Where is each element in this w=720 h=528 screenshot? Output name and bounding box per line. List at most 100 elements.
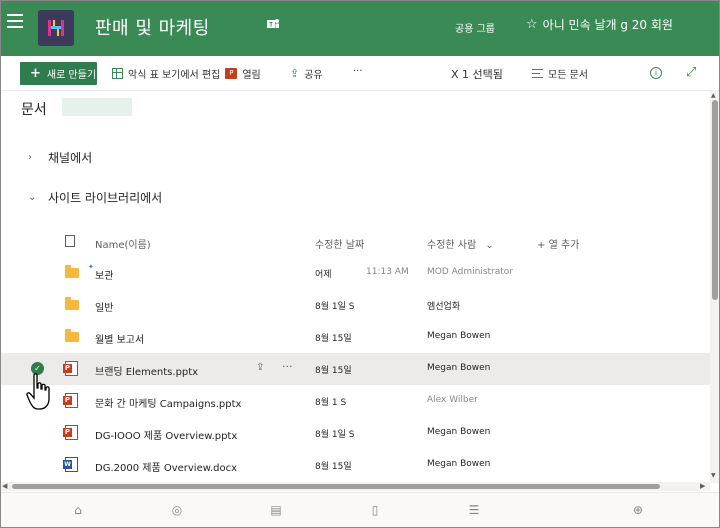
add-icon[interactable]: ⊕: [631, 503, 645, 517]
row-modified-by: Megan Bowen: [427, 427, 491, 437]
powerpoint-icon: P: [225, 68, 238, 79]
more-icon[interactable]: ···: [282, 360, 293, 373]
file-type-column-icon[interactable]: [65, 235, 75, 247]
section-channels-label: 채널에서: [48, 151, 93, 165]
list-view-icon: [532, 69, 543, 78]
table-row[interactable]: 일반 8월 1일 S 엠선업화: [0, 289, 710, 321]
row-time: 11:13 AM: [366, 267, 409, 277]
new-button[interactable]: + 새로 만들기: [20, 62, 97, 85]
share-label: 공유: [304, 70, 323, 81]
row-modified-by: Alex Wilber: [427, 395, 478, 405]
scroll-up-icon[interactable]: ▲: [711, 92, 716, 99]
site-logo-icon: [48, 20, 64, 36]
info-icon[interactable]: i: [650, 67, 662, 79]
table-row[interactable]: 월별 보고서 8월 15일 Megan Bowen: [0, 321, 710, 353]
all-docs-label: 모든 문서: [548, 70, 588, 81]
scroll-down-icon[interactable]: ▼: [711, 472, 716, 479]
hand-cursor-icon: [26, 373, 50, 410]
row-name[interactable]: 월별 보고서: [95, 331, 144, 346]
chevron-down-icon: ⌄: [28, 192, 37, 203]
bottom-nav-bar: [0, 492, 720, 528]
column-modified-label: 수정한 날짜: [315, 240, 365, 251]
folder-icon: [65, 265, 79, 278]
selection-count[interactable]: X 1 선택됨: [451, 66, 503, 82]
column-modified-by-label: 수정한 사람: [427, 240, 477, 251]
star-icon[interactable]: ☆: [526, 17, 538, 32]
view-switcher[interactable]: 모든 문서: [532, 66, 588, 81]
selected-label: X 1 선택됨: [451, 68, 503, 81]
scroll-left-icon[interactable]: ◀: [2, 482, 7, 490]
powerpoint-file-icon: [63, 361, 78, 376]
home-icon[interactable]: ⌂: [71, 503, 85, 517]
group-type-label: 공용 그룹: [455, 24, 495, 35]
row-date: 8월 15일: [315, 334, 352, 344]
member-count-text[interactable]: 아니 민속 날개 g 20 회원: [543, 16, 673, 33]
share-icon: ⇪: [290, 67, 300, 80]
table-row[interactable]: ✦ 보관 어제 11:13 AM MOD Administrator: [0, 257, 710, 289]
scroll-right-icon[interactable]: ▶: [700, 482, 705, 490]
more-actions-button[interactable]: ···: [353, 66, 363, 77]
row-date: 어제: [315, 270, 332, 280]
add-column-button[interactable]: + 열 추가: [537, 236, 579, 251]
news-icon[interactable]: ▤: [269, 503, 283, 517]
share-button[interactable]: ⇪ 공유: [290, 66, 323, 81]
hamburger-menu-icon[interactable]: [7, 14, 23, 28]
grid-edit-button[interactable]: 악식 표 보기에서 편집 P 열림: [112, 66, 261, 81]
column-modified-by[interactable]: 수정한 사람 ⌄: [427, 236, 494, 251]
powerpoint-file-icon: [63, 425, 78, 440]
horizontal-scroll-thumb[interactable]: [12, 484, 660, 489]
grid-view-icon: [112, 68, 123, 79]
row-modified-by: Megan Bowen: [427, 363, 491, 373]
row-modified-by: 엠선업화: [427, 302, 461, 312]
row-date: 8월 1일 S: [315, 430, 355, 440]
plus-icon: +: [30, 66, 41, 81]
row-name[interactable]: 보관: [95, 267, 113, 282]
plus-icon: +: [537, 240, 546, 251]
expand-icon[interactable]: ⤢: [686, 65, 696, 80]
table-row[interactable]: 문화 간 마케팅 Campaigns.pptx 8월 1 S Alex Wilb…: [0, 385, 710, 417]
list-icon[interactable]: ☰: [467, 503, 481, 517]
grid-edit-label: 악식 표 보기에서 편집: [128, 70, 221, 81]
chevron-down-icon: ⌄: [485, 240, 494, 251]
row-name[interactable]: DG-IOOO 제품 Overview.pptx: [95, 427, 237, 442]
title-highlight: [62, 98, 132, 116]
table-row[interactable]: DG.2000 제품 Overview.docx 8월 15일 Megan Bo…: [0, 449, 710, 481]
row-date: 8월 1 S: [315, 398, 347, 408]
share-icon[interactable]: ⇪: [256, 362, 264, 373]
row-modified-by: MOD Administrator: [427, 267, 513, 277]
word-file-icon: [63, 457, 78, 472]
more-label: ···: [353, 66, 363, 77]
column-modified[interactable]: 수정한 날짜: [315, 236, 364, 251]
row-date: 8월 15일: [315, 462, 352, 472]
new-item-icon: ✦: [88, 263, 94, 271]
page-title: 문서: [21, 102, 47, 118]
teams-icon[interactable]: [266, 17, 280, 31]
row-name[interactable]: 브랜딩 Elements.pptx: [95, 363, 198, 378]
chevron-right-icon: ›: [28, 152, 32, 163]
document-icon[interactable]: ▯: [368, 503, 382, 517]
folder-icon: [65, 297, 79, 310]
section-site-library[interactable]: ⌄ 사이트 라이브러리에서: [28, 189, 162, 206]
new-button-label: 새로 만들기: [46, 70, 97, 81]
column-name[interactable]: Name(이름): [95, 236, 151, 251]
row-name[interactable]: 문화 간 마케팅 Campaigns.pptx: [95, 395, 241, 410]
row-date: 8월 15일: [315, 366, 352, 376]
site-logo[interactable]: [38, 10, 74, 46]
add-column-label: 열 추가: [548, 240, 580, 251]
row-modified-by: Megan Bowen: [427, 459, 491, 469]
follow-members-area[interactable]: ☆ 아니 민속 날개 g 20 회원: [526, 16, 673, 33]
globe-icon[interactable]: ◎: [170, 503, 184, 517]
table-row-selected[interactable]: ✓ 브랜딩 Elements.pptx ⇪ ··· 8월 15일 Megan B…: [0, 353, 710, 385]
site-title[interactable]: 판매 및 마케팅: [95, 14, 210, 40]
powerpoint-file-icon: [63, 393, 78, 408]
row-modified-by: Megan Bowen: [427, 331, 491, 341]
section-site-library-label: 사이트 라이브러리에서: [48, 191, 163, 205]
row-name[interactable]: DG.2000 제품 Overview.docx: [95, 459, 237, 474]
open-label[interactable]: 열림: [242, 66, 260, 81]
row-date: 8월 1일 S: [315, 302, 355, 312]
section-channels[interactable]: › 채널에서: [28, 149, 92, 166]
vertical-scroll-thumb[interactable]: [712, 100, 718, 300]
folder-icon: [65, 329, 79, 342]
table-row[interactable]: DG-IOOO 제품 Overview.pptx 8월 1일 S Megan B…: [0, 417, 710, 449]
row-name[interactable]: 일반: [95, 299, 113, 314]
